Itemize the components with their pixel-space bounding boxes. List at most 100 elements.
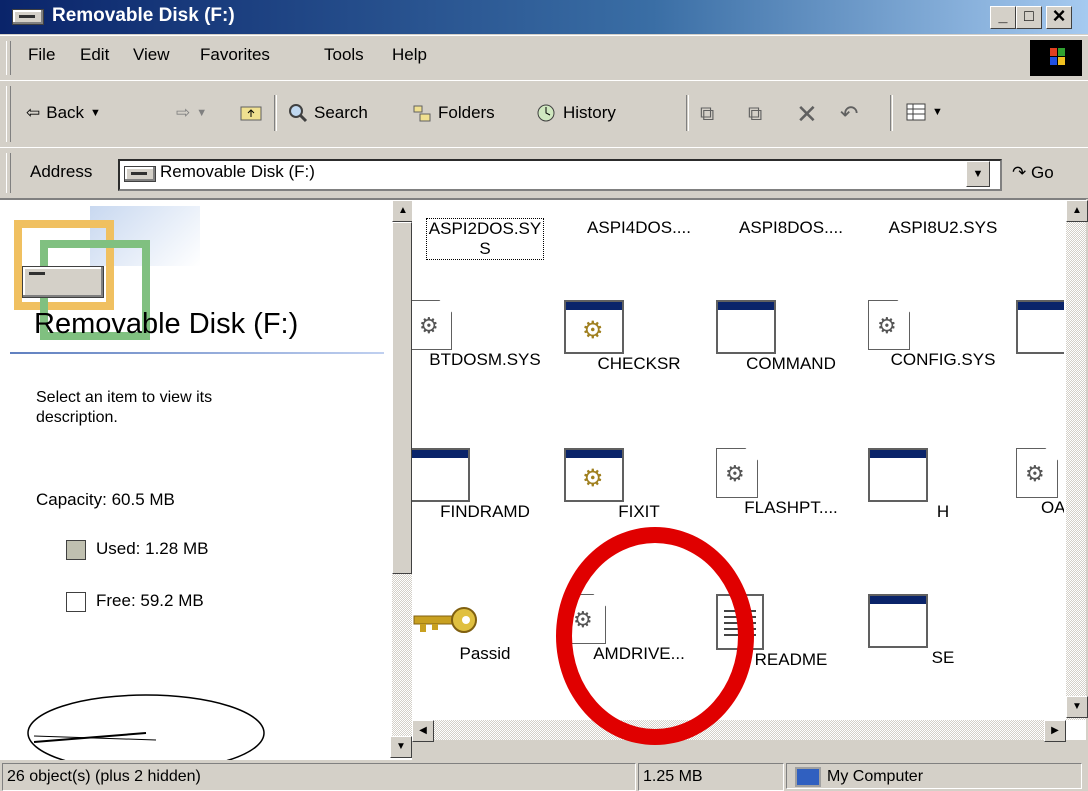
left-scroll-down-button[interactable]: ▼ bbox=[390, 736, 412, 758]
back-button[interactable]: ⇦ Back ▼ bbox=[26, 103, 101, 123]
delete-button[interactable]: ✕ bbox=[796, 99, 818, 130]
close-button[interactable]: × bbox=[1046, 5, 1072, 29]
history-button[interactable]: History bbox=[535, 103, 616, 123]
file-item[interactable]: AMDRIVE... bbox=[564, 594, 714, 664]
file-item[interactable]: FIXIT bbox=[564, 448, 714, 522]
title-bar[interactable]: Removable Disk (F:) _ □ × bbox=[0, 0, 1088, 34]
left-scroll-thumb[interactable] bbox=[392, 222, 412, 574]
file-name-label: CONFIG.SYS bbox=[890, 350, 996, 369]
views-button[interactable]: ▼ bbox=[906, 103, 943, 121]
used-legend-swatch bbox=[66, 540, 86, 560]
free-legend-swatch bbox=[66, 592, 86, 612]
copy-to-icon: ⧉ bbox=[748, 103, 763, 125]
file-list-hscrollbar[interactable]: ◀ ▶ bbox=[412, 720, 1066, 742]
file-item[interactable]: COMMAND bbox=[716, 300, 866, 374]
doc-gear-icon bbox=[1016, 448, 1058, 498]
search-icon bbox=[289, 104, 308, 123]
file-name-label: ASPI4DOS.... bbox=[587, 218, 691, 237]
my-computer-icon bbox=[795, 767, 821, 787]
heading-underline bbox=[10, 352, 384, 354]
folders-icon bbox=[413, 105, 431, 122]
files-scroll-right-button[interactable]: ▶ bbox=[1044, 720, 1066, 742]
doc-gear-icon bbox=[564, 594, 606, 644]
back-dropdown-icon[interactable]: ▼ bbox=[90, 107, 101, 119]
go-button[interactable]: ↷ Go bbox=[1012, 163, 1054, 183]
menu-grip[interactable] bbox=[6, 41, 11, 75]
menu-file[interactable]: File bbox=[28, 45, 55, 65]
menu-tools[interactable]: Tools bbox=[324, 45, 364, 65]
file-name-label: FDISK bbox=[1016, 354, 1064, 374]
address-drive-icon bbox=[124, 166, 156, 182]
history-icon bbox=[537, 104, 555, 122]
files-scroll-up-button[interactable]: ▲ bbox=[1066, 200, 1088, 222]
up-folder-button[interactable] bbox=[240, 103, 262, 121]
views-dropdown-icon[interactable]: ▼ bbox=[932, 106, 943, 118]
file-item[interactable]: H bbox=[868, 448, 1018, 522]
file-item[interactable]: BTDOSM.SYS bbox=[412, 300, 560, 370]
file-name-label: BTDOSM.SYS bbox=[429, 350, 541, 369]
back-arrow-icon: ⇦ bbox=[26, 103, 41, 122]
forward-dropdown-icon[interactable]: ▼ bbox=[196, 107, 207, 119]
menu-help[interactable]: Help bbox=[392, 45, 427, 65]
file-item[interactable]: ASF bbox=[1016, 218, 1064, 238]
file-item[interactable]: Passid bbox=[412, 594, 560, 664]
file-name-label: ASPI8U2.SYS bbox=[888, 218, 998, 237]
file-name-label: CHECKSR bbox=[597, 354, 681, 373]
file-item[interactable]: FINDRAMD bbox=[412, 448, 560, 522]
address-value: Removable Disk (F:) bbox=[160, 162, 315, 181]
file-name-label: AMDRIVE... bbox=[593, 644, 685, 663]
disk-usage-pie bbox=[27, 694, 265, 760]
status-zone: My Computer bbox=[786, 763, 1082, 789]
left-scroll-up-button[interactable]: ▲ bbox=[392, 200, 414, 222]
toolbar-grip[interactable] bbox=[6, 86, 11, 142]
file-item[interactable]: ASPI2DOS.SY S bbox=[412, 218, 560, 260]
folders-label: Folders bbox=[438, 103, 495, 122]
address-grip[interactable] bbox=[6, 153, 11, 193]
address-dropdown-icon[interactable]: ▼ bbox=[966, 161, 990, 187]
minimize-button[interactable]: _ bbox=[990, 6, 1016, 29]
status-location: My Computer bbox=[827, 768, 924, 785]
status-size: 1.25 MB bbox=[638, 763, 784, 791]
window-gear-icon bbox=[564, 448, 624, 502]
file-item[interactable]: SE bbox=[868, 594, 1018, 668]
file-name-label: H bbox=[936, 502, 950, 521]
maximize-button[interactable]: □ bbox=[1016, 6, 1042, 29]
menu-favorites[interactable]: Favorites bbox=[200, 45, 270, 65]
move-to-button[interactable]: ⧉ bbox=[700, 103, 714, 126]
window-icon bbox=[868, 448, 928, 502]
file-name-label: FIXIT bbox=[618, 502, 660, 521]
files-scroll-down-button[interactable]: ▼ bbox=[1066, 696, 1088, 718]
menu-view[interactable]: View bbox=[133, 45, 170, 65]
file-item[interactable]: ASPI8DOS.... bbox=[716, 218, 866, 238]
search-button[interactable]: Search bbox=[288, 103, 368, 123]
window-icon bbox=[716, 300, 776, 354]
undo-icon: ↶ bbox=[840, 101, 859, 126]
file-name-label: COMMAND bbox=[746, 354, 836, 373]
file-name-label: SE bbox=[931, 648, 955, 667]
file-item[interactable]: README bbox=[716, 594, 866, 670]
file-item[interactable]: CHECKSR bbox=[564, 300, 714, 374]
file-item[interactable]: OAKCDRO... bbox=[1016, 448, 1064, 518]
file-item[interactable]: CONFIG.SYS bbox=[868, 300, 1018, 370]
undo-button[interactable]: ↶ bbox=[840, 101, 858, 127]
file-item[interactable]: ASPI4DOS.... bbox=[564, 218, 714, 238]
doc-gear-icon bbox=[412, 300, 452, 350]
file-item[interactable]: ASPI8U2.SYS bbox=[868, 218, 1018, 238]
menu-edit[interactable]: Edit bbox=[80, 45, 109, 65]
left-pane-scrollbar[interactable]: ▲ bbox=[392, 200, 414, 738]
file-item[interactable]: FLASHPT.... bbox=[716, 448, 866, 518]
notepad-icon bbox=[716, 594, 764, 650]
file-list-vscrollbar[interactable]: ▲ ▼ bbox=[1066, 200, 1088, 720]
window-icon bbox=[1016, 300, 1064, 354]
toolbar-separator bbox=[890, 95, 893, 131]
copy-to-button[interactable]: ⧉ bbox=[748, 103, 762, 126]
file-name-label: FLASHPT.... bbox=[744, 498, 838, 517]
forward-button[interactable]: ⇨ ▼ bbox=[176, 103, 207, 123]
file-item[interactable]: FDISK bbox=[1016, 300, 1064, 374]
folders-button[interactable]: Folders bbox=[412, 103, 495, 123]
files-scroll-left-button[interactable]: ◀ bbox=[412, 720, 434, 742]
status-bar: 26 object(s) (plus 2 hidden) 1.25 MB My … bbox=[0, 760, 1088, 791]
file-grid: ASPI2DOS.SY S ASPI4DOS.... ASPI8DOS.... ASP… bbox=[412, 200, 1064, 720]
address-label: Address bbox=[30, 162, 93, 181]
window-title: Removable Disk (F:) bbox=[52, 5, 235, 26]
